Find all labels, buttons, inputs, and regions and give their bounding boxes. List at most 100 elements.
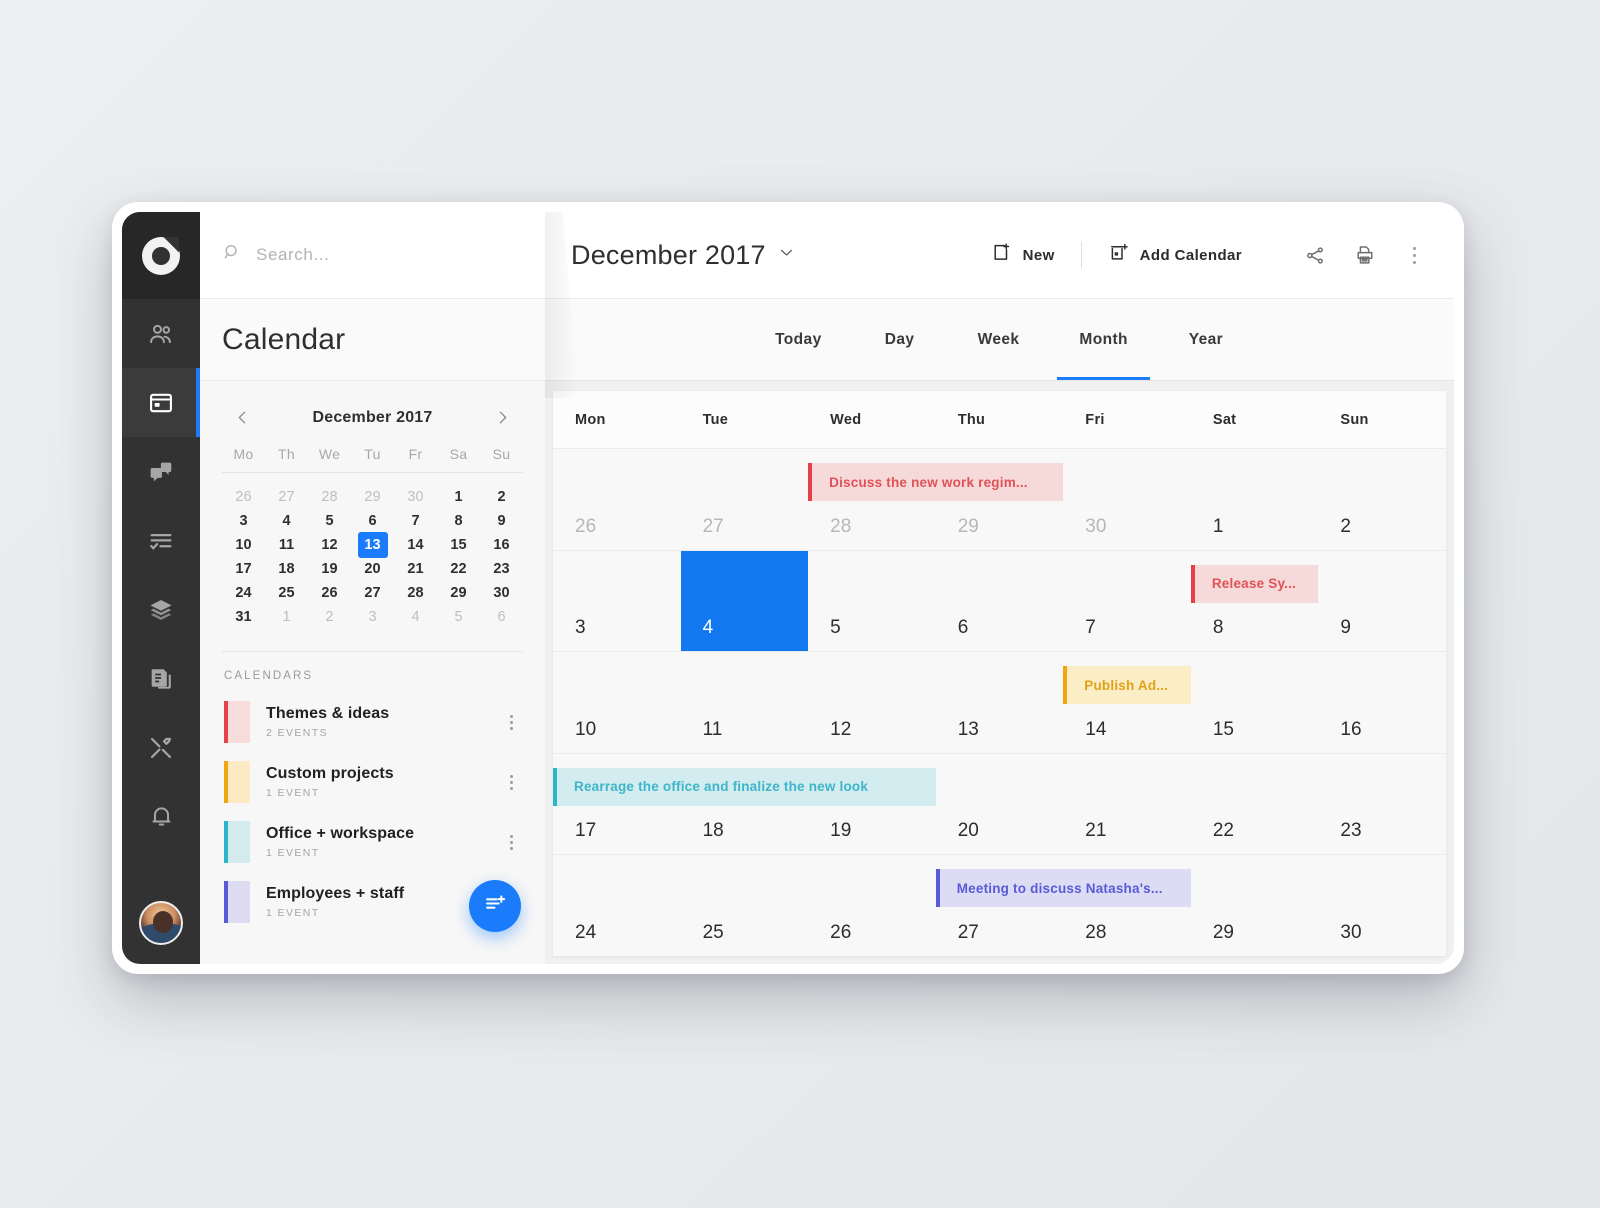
mini-day[interactable]: 23	[480, 557, 523, 581]
day-cell[interactable]: 21	[1063, 754, 1191, 855]
tab-today[interactable]: Today	[745, 299, 852, 380]
mini-day[interactable]: 30	[480, 581, 523, 605]
calendar-more-icon[interactable]	[501, 714, 521, 730]
calendar-list-item[interactable]: Themes & ideas 2 EVENTS	[222, 692, 523, 752]
avatar[interactable]	[139, 901, 183, 945]
mini-day[interactable]: 13	[351, 532, 394, 558]
mini-day[interactable]: 3	[351, 605, 394, 629]
mini-day[interactable]: 1	[265, 605, 308, 629]
tab-month[interactable]: Month	[1049, 299, 1157, 380]
day-cell[interactable]: 3	[553, 551, 681, 652]
day-cell[interactable]: 15	[1191, 652, 1319, 753]
rail-item-contacts[interactable]	[122, 299, 200, 368]
mini-day[interactable]: 9	[480, 509, 523, 533]
chevron-left-icon[interactable]	[230, 407, 255, 428]
day-cell[interactable]: 27	[681, 449, 809, 550]
tab-year[interactable]: Year	[1158, 299, 1254, 380]
app-logo[interactable]	[122, 212, 200, 299]
mini-day[interactable]: 29	[351, 485, 394, 509]
day-cell[interactable]: 30	[1318, 855, 1446, 956]
chevron-down-icon[interactable]	[778, 244, 795, 266]
mini-day[interactable]: 5	[308, 509, 351, 533]
mini-day[interactable]: 29	[437, 581, 480, 605]
day-cell[interactable]: 9	[1318, 551, 1446, 652]
mini-day[interactable]: 26	[222, 485, 265, 509]
day-cell[interactable]: 6	[936, 551, 1064, 652]
new-item-fab[interactable]	[469, 880, 521, 932]
rail-item-documents[interactable]	[122, 644, 200, 713]
calendar-list-item[interactable]: Custom projects 1 EVENT	[222, 752, 523, 812]
day-cell[interactable]: 25	[681, 855, 809, 956]
mini-day[interactable]: 30	[394, 485, 437, 509]
mini-day[interactable]: 17	[222, 557, 265, 581]
day-cell[interactable]: 2	[1318, 449, 1446, 550]
mini-day[interactable]: 6	[480, 605, 523, 629]
mini-day[interactable]: 6	[351, 509, 394, 533]
mini-day[interactable]: 22	[437, 557, 480, 581]
rail-item-messages[interactable]	[122, 437, 200, 506]
mini-day[interactable]: 4	[265, 509, 308, 533]
mini-day[interactable]: 11	[265, 533, 308, 557]
calendar-event[interactable]: Meeting to discuss Natasha's...	[935, 869, 1191, 908]
day-cell[interactable]: 11	[681, 652, 809, 753]
mini-day[interactable]: 19	[308, 557, 351, 581]
rail-item-layers[interactable]	[122, 575, 200, 644]
tab-day[interactable]: Day	[852, 299, 948, 380]
day-cell[interactable]: 29	[1191, 855, 1319, 956]
day-cell[interactable]: 24	[553, 855, 681, 956]
mini-day[interactable]: 28	[394, 581, 437, 605]
mini-day[interactable]: 5	[437, 605, 480, 629]
day-cell[interactable]: 23	[1318, 754, 1446, 855]
day-cell[interactable]: 20	[936, 754, 1064, 855]
mini-day[interactable]: 10	[222, 533, 265, 557]
calendar-event[interactable]: Publish Ad...	[1063, 666, 1191, 705]
mini-day[interactable]: 18	[265, 557, 308, 581]
more-button[interactable]	[1390, 246, 1424, 264]
mini-day[interactable]: 16	[480, 533, 523, 557]
day-cell[interactable]: 12	[808, 652, 936, 753]
new-button[interactable]: New	[987, 242, 1059, 268]
mini-day[interactable]: 14	[394, 533, 437, 557]
day-cell[interactable]: 7	[1063, 551, 1191, 652]
add-calendar-button[interactable]: Add Calendar	[1104, 242, 1246, 268]
mini-day[interactable]: 31	[222, 605, 265, 629]
search-input[interactable]: Search...	[223, 243, 545, 267]
day-cell[interactable]: 4	[680, 550, 809, 652]
mini-day[interactable]: 27	[351, 581, 394, 605]
mini-day[interactable]: 2	[480, 485, 523, 509]
mini-day[interactable]: 8	[437, 509, 480, 533]
calendar-event[interactable]: Discuss the new work regim...	[808, 463, 1064, 501]
rail-item-tasks[interactable]	[122, 506, 200, 575]
rail-item-tools[interactable]	[122, 713, 200, 782]
tab-week[interactable]: Week	[948, 299, 1050, 380]
mini-day[interactable]: 25	[265, 581, 308, 605]
day-cell[interactable]: 22	[1191, 754, 1319, 855]
calendar-list-item[interactable]: Office + workspace 1 EVENT	[222, 812, 523, 872]
mini-day[interactable]: 15	[437, 533, 480, 557]
day-cell[interactable]: 16	[1318, 652, 1446, 753]
day-cell[interactable]: 10	[553, 652, 681, 753]
share-button[interactable]	[1291, 245, 1340, 266]
day-cell[interactable]: 26	[553, 449, 681, 550]
mini-day[interactable]: 4	[394, 605, 437, 629]
day-cell[interactable]: 26	[808, 855, 936, 956]
mini-day[interactable]: 7	[394, 509, 437, 533]
mini-day[interactable]: 3	[222, 509, 265, 533]
day-cell[interactable]: 13	[936, 652, 1064, 753]
mini-day[interactable]: 26	[308, 581, 351, 605]
mini-day[interactable]: 24	[222, 581, 265, 605]
mini-day[interactable]: 27	[265, 485, 308, 509]
mini-day[interactable]: 21	[394, 557, 437, 581]
search-bar[interactable]: Search...	[200, 212, 545, 299]
print-button[interactable]	[1340, 244, 1390, 266]
rail-item-calendar[interactable]	[122, 368, 200, 437]
calendar-event[interactable]: Release Sy...	[1190, 564, 1319, 603]
mini-day[interactable]: 20	[351, 557, 394, 581]
calendar-more-icon[interactable]	[501, 834, 521, 850]
mini-day[interactable]: 12	[308, 533, 351, 557]
mini-day[interactable]: 1	[437, 485, 480, 509]
day-cell[interactable]: 5	[808, 551, 936, 652]
day-cell[interactable]: 30	[1063, 449, 1191, 550]
mini-day[interactable]: 2	[308, 605, 351, 629]
calendar-event[interactable]: Rearrage the office and finalize the new…	[553, 767, 936, 806]
